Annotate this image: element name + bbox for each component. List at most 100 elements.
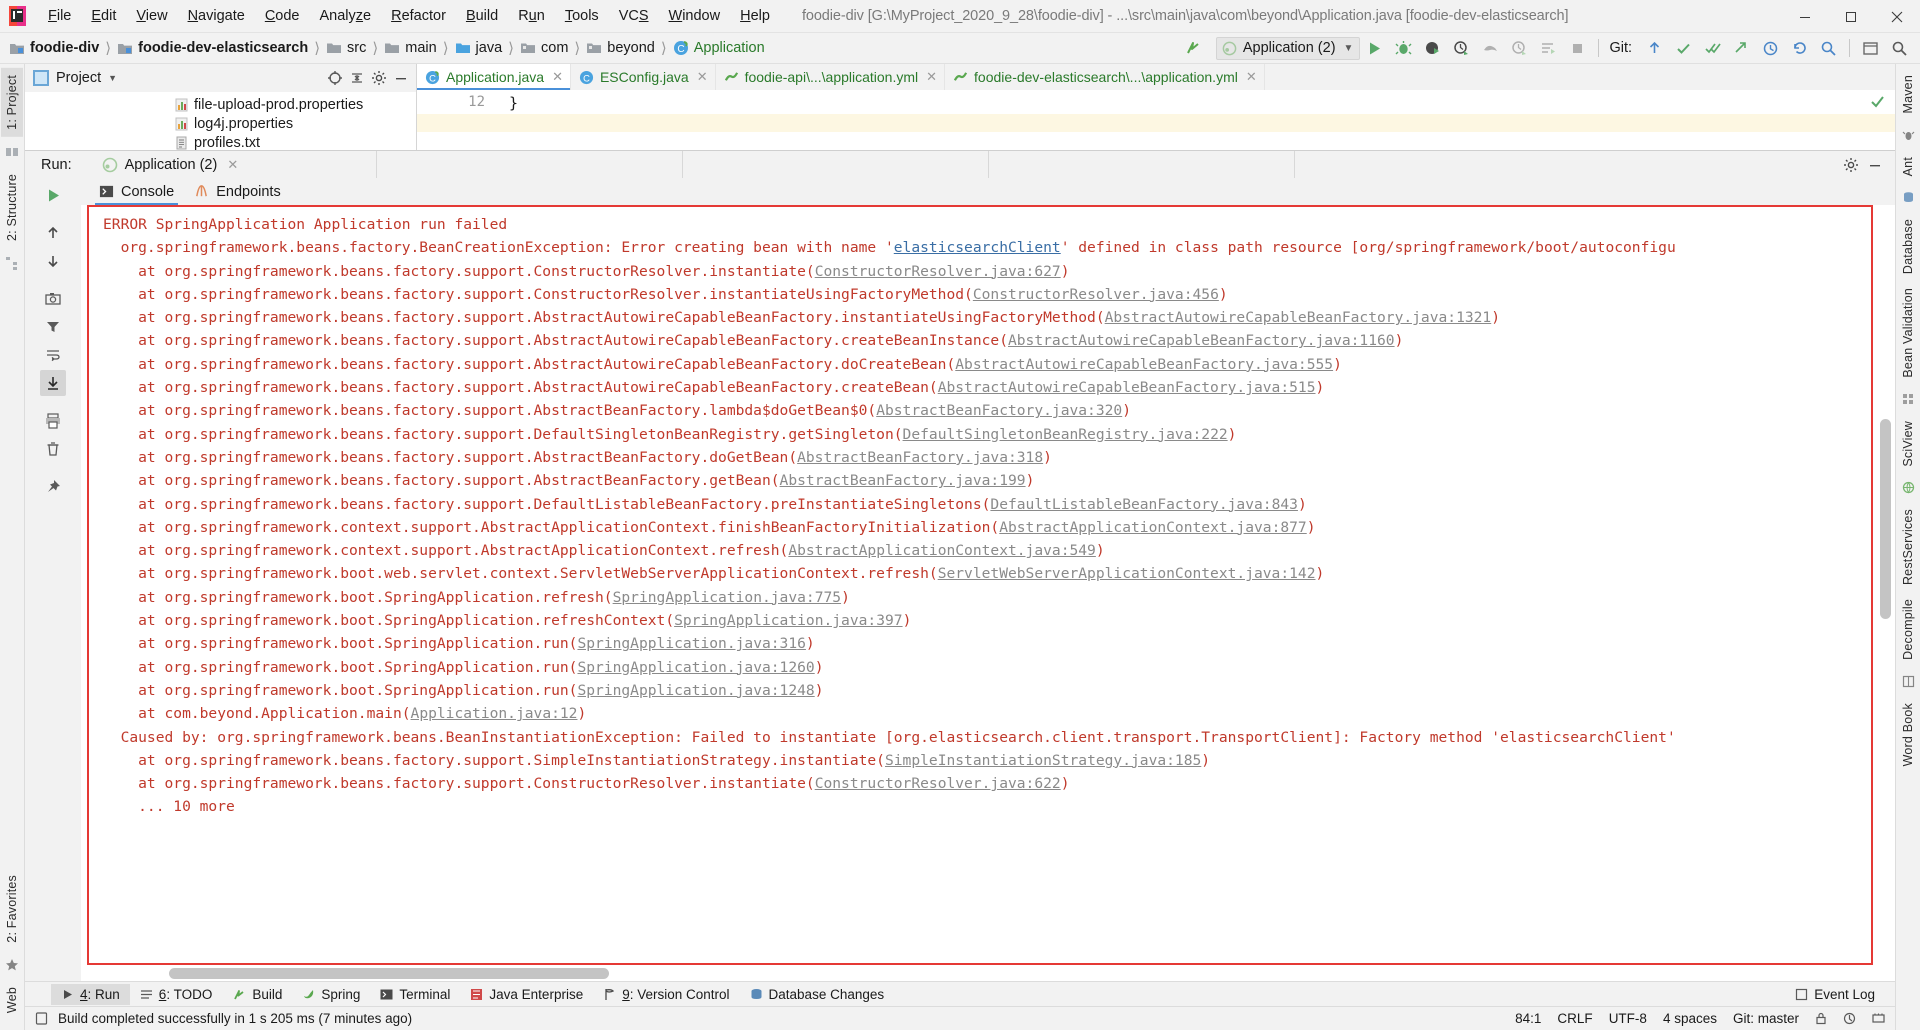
- console-horizontal-scrollbar[interactable]: [169, 968, 609, 979]
- clear-all-button[interactable]: [40, 436, 66, 462]
- bottom-item-java-enterprise[interactable]: Java Enterprise: [460, 984, 593, 1005]
- sidebar-item-database[interactable]: Database: [1897, 212, 1919, 281]
- tab-esconfig-java[interactable]: C ESConfig.java ✕: [571, 64, 716, 90]
- console-link[interactable]: AbstractAutowireCapableBeanFactory.java:…: [955, 356, 1333, 373]
- vcs-commit-all-icon[interactable]: [1699, 36, 1726, 61]
- menu-view[interactable]: View: [126, 4, 177, 28]
- settings-gear-icon[interactable]: [368, 67, 390, 89]
- console-link[interactable]: SpringApplication.java:316: [577, 635, 805, 652]
- console-link[interactable]: ServletWebServerApplicationContext.java:…: [938, 565, 1316, 582]
- console-link[interactable]: AbstractApplicationContext.java:549: [788, 542, 1096, 559]
- run-dashboard-button[interactable]: [1535, 36, 1562, 61]
- bottom-item-database-changes[interactable]: Database Changes: [740, 984, 895, 1005]
- tab-application-java[interactable]: C Application.java ✕: [417, 64, 571, 90]
- menu-edit[interactable]: Edit: [81, 4, 126, 28]
- soft-wrap-button[interactable]: [40, 342, 66, 368]
- book-icon[interactable]: [1902, 675, 1915, 688]
- breadcrumb-application[interactable]: C Application: [670, 39, 768, 57]
- bottom-item-run[interactable]: 4: Run: [51, 983, 130, 1005]
- tab-console[interactable]: Console: [89, 178, 184, 205]
- close-button[interactable]: [1874, 0, 1920, 33]
- breadcrumb-com[interactable]: com: [517, 39, 571, 57]
- sidebar-item-bean-validation[interactable]: Bean Validation: [1897, 281, 1919, 385]
- run-button[interactable]: [1361, 36, 1388, 61]
- menu-tools[interactable]: Tools: [555, 4, 609, 28]
- maximize-button[interactable]: [1828, 0, 1874, 33]
- lock-icon[interactable]: [1815, 1012, 1827, 1025]
- pin-tab-button[interactable]: [40, 474, 66, 500]
- run-configuration-selector[interactable]: Application (2) ▼: [1215, 36, 1361, 60]
- print-button[interactable]: [40, 408, 66, 434]
- close-icon[interactable]: ✕: [697, 69, 708, 85]
- console-link[interactable]: SpringApplication.java:397: [674, 612, 902, 629]
- sidebar-item-restservices[interactable]: RestServices: [1897, 502, 1919, 592]
- project-tree[interactable]: file-upload-prod.properties log4j.proper…: [25, 92, 416, 150]
- vcs-revert-icon[interactable]: [1786, 36, 1813, 61]
- tree-item-profiles-txt[interactable]: profiles.txt: [25, 133, 416, 150]
- tree-item-file-upload-prod[interactable]: file-upload-prod.properties: [25, 95, 416, 114]
- console-link[interactable]: Application.java:12: [411, 705, 578, 722]
- tab-endpoints[interactable]: Endpoints: [184, 178, 291, 205]
- sidebar-item-structure[interactable]: 2: Structure: [1, 167, 23, 248]
- help-search-icon[interactable]: [1886, 36, 1913, 61]
- console-link[interactable]: AbstractBeanFactory.java:320: [876, 402, 1122, 419]
- rerun-button[interactable]: [40, 182, 66, 208]
- inspection-ok-icon[interactable]: [1870, 94, 1885, 109]
- console-link[interactable]: DefaultListableBeanFactory.java:843: [990, 496, 1298, 513]
- menu-file[interactable]: File: [38, 4, 81, 28]
- hierarchy-icon[interactable]: [5, 256, 19, 270]
- console-link[interactable]: ConstructorResolver.java:627: [815, 263, 1061, 280]
- scroll-to-end-button[interactable]: [40, 370, 66, 396]
- menu-run[interactable]: Run: [508, 4, 555, 28]
- menu-window[interactable]: Window: [659, 4, 731, 28]
- debug-button[interactable]: [1390, 36, 1417, 61]
- vcs-commit-icon[interactable]: [1670, 36, 1697, 61]
- sidebar-item-word-book[interactable]: Word Book: [1897, 696, 1919, 773]
- editor-content[interactable]: 12 }: [417, 90, 1895, 150]
- settings-gear-icon[interactable]: [1857, 36, 1884, 61]
- breadcrumb-foodie-dev-elasticsearch[interactable]: foodie-dev-elasticsearch: [114, 39, 311, 57]
- event-log-button[interactable]: Event Log: [1785, 984, 1885, 1005]
- vcs-push-icon[interactable]: [1728, 36, 1755, 61]
- run-tab-application[interactable]: Application (2) ✕: [94, 155, 247, 175]
- breadcrumb-foodie-div[interactable]: foodie-div: [6, 39, 102, 57]
- ant-icon[interactable]: [1902, 129, 1915, 142]
- run-with-coverage-button[interactable]: [1419, 36, 1446, 61]
- bottom-item-terminal[interactable]: Terminal: [370, 984, 460, 1005]
- close-icon[interactable]: ✕: [1246, 69, 1257, 85]
- breadcrumb-beyond[interactable]: beyond: [583, 39, 658, 57]
- breadcrumb-src[interactable]: src: [323, 39, 369, 57]
- tab-foodie-dev-elasticsearch-application-yml[interactable]: foodie-dev-elasticsearch\...\application…: [945, 64, 1265, 90]
- star-icon[interactable]: [5, 958, 19, 972]
- minimize-button[interactable]: [1782, 0, 1828, 33]
- back-arrow-icon[interactable]: [1180, 36, 1207, 61]
- menu-code[interactable]: Code: [255, 4, 310, 28]
- console-link[interactable]: AbstractAutowireCapableBeanFactory.java:…: [1008, 332, 1395, 349]
- stop-button[interactable]: [1564, 36, 1591, 61]
- indent-setting[interactable]: 4 spaces: [1663, 1011, 1717, 1026]
- console-link[interactable]: AbstractBeanFactory.java:199: [780, 472, 1026, 489]
- update-application-button[interactable]: [1506, 36, 1533, 61]
- grid-icon[interactable]: [1902, 393, 1915, 406]
- locate-file-icon[interactable]: [324, 67, 346, 89]
- menu-analyze[interactable]: Analyze: [310, 4, 382, 28]
- down-stack-button[interactable]: [40, 248, 66, 274]
- sidebar-item-web[interactable]: Web: [1, 980, 23, 1020]
- sidebar-item-ant[interactable]: Ant: [1897, 150, 1919, 183]
- console-link[interactable]: elasticsearchClient: [894, 239, 1061, 256]
- bottom-item-spring[interactable]: Spring: [292, 984, 370, 1005]
- line-separator[interactable]: CRLF: [1557, 1011, 1592, 1026]
- console-link[interactable]: SpringApplication.java:775: [613, 589, 841, 606]
- git-branch[interactable]: Git: master: [1733, 1011, 1799, 1026]
- profile-button[interactable]: [1448, 36, 1475, 61]
- up-stack-button[interactable]: [40, 220, 66, 246]
- console-output[interactable]: ERROR SpringApplication Application run …: [87, 205, 1873, 965]
- sidebar-item-favorites[interactable]: 2: Favorites: [1, 868, 23, 950]
- console-link[interactable]: AbstractBeanFactory.java:318: [797, 449, 1043, 466]
- search-everywhere-icon[interactable]: [1815, 36, 1842, 61]
- settings-gear-icon[interactable]: [1839, 153, 1863, 177]
- memory-indicator-icon[interactable]: [1872, 1012, 1885, 1025]
- menu-vcs[interactable]: VCS: [609, 4, 659, 28]
- menu-help[interactable]: Help: [730, 4, 780, 28]
- vcs-update-icon[interactable]: [1641, 36, 1668, 61]
